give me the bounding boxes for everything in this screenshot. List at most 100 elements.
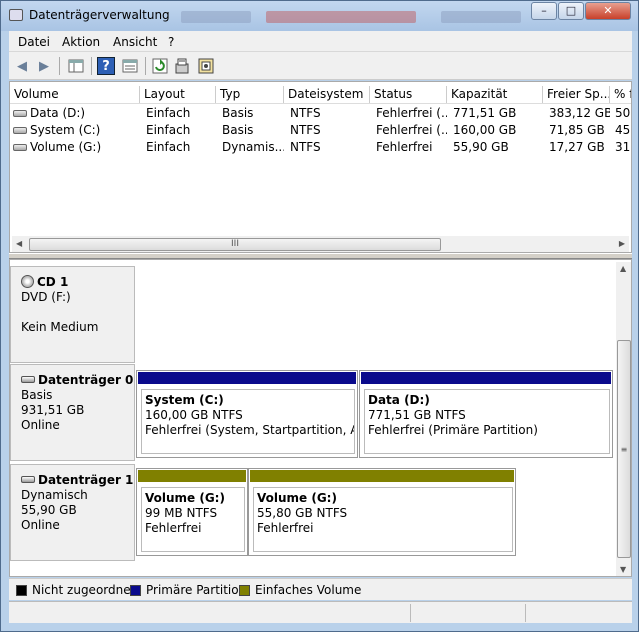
disk-spacer <box>21 305 134 320</box>
capacity-cell: 160,00 GB <box>453 123 517 137</box>
maximize-button[interactable]: □ <box>558 2 584 20</box>
help-icon[interactable]: ? <box>97 57 115 75</box>
partition-name: Data (D:) <box>368 393 430 407</box>
partition-status: Fehlerfrei (Primäre Partition) <box>368 423 538 437</box>
partition-color-bar <box>361 372 611 384</box>
partition-volume-g-2[interactable]: Volume (G:) 55,80 GB NTFS Fehlerfrei <box>248 468 516 556</box>
col-header-status[interactable]: Status <box>370 86 447 103</box>
legend-label: Einfaches Volume <box>255 583 362 597</box>
col-header-typ[interactable]: Typ <box>216 86 284 103</box>
properties-view-icon[interactable] <box>121 57 139 75</box>
volume-name: System (C:) <box>30 123 101 137</box>
menu-help[interactable]: ? <box>168 35 174 49</box>
disk-type: DVD (F:) <box>21 290 71 304</box>
cd-drive-icon <box>21 275 34 288</box>
percent-free-cell: 50 <box>615 106 631 120</box>
partition-status: Fehlerfrei <box>257 521 314 535</box>
partition-size: 160,00 GB NTFS <box>145 408 243 422</box>
drive-icon <box>13 144 27 151</box>
disk-status: Online <box>21 418 60 432</box>
free-space-cell: 17,27 GB <box>549 140 605 154</box>
legend-label: Nicht zugeordnet <box>32 583 136 597</box>
free-space-cell: 383,12 GB <box>549 106 610 120</box>
col-header-dateisystem[interactable]: Dateisystem <box>284 86 370 103</box>
disk-name: Datenträger 1 <box>38 473 134 487</box>
header-divider <box>10 103 631 104</box>
hard-disk-icon <box>21 376 35 383</box>
scroll-thumb[interactable]: ≡ <box>617 340 631 558</box>
disk-type: Basis <box>21 388 53 402</box>
partition-size: 771,51 GB NTFS <box>368 408 466 422</box>
status-separator <box>525 604 526 622</box>
menu-bar: Datei Aktion Ansicht ? <box>9 31 632 52</box>
scroll-down-icon[interactable]: ▼ <box>620 565 626 574</box>
status-separator <box>410 604 411 622</box>
col-header-freier-speicher[interactable]: Freier Sp... <box>543 86 610 103</box>
partition-name: System (C:) <box>145 393 224 407</box>
disk-label-1[interactable]: Datenträger 1 Dynamisch 55,90 GB Online <box>10 464 135 561</box>
taskbar-ghost <box>266 11 416 23</box>
horizontal-scrollbar[interactable]: ◀ III ▶ <box>12 236 629 252</box>
partition-system-c[interactable]: System (C:) 160,00 GB NTFS Fehlerfrei (S… <box>136 370 358 458</box>
partition-size: 55,80 GB NTFS <box>257 506 348 520</box>
layout-cell: Einfach <box>146 140 191 154</box>
status-cell: Fehlerfrei <box>376 140 433 154</box>
refresh-icon[interactable] <box>151 57 169 75</box>
drive-icon <box>13 110 27 117</box>
percent-free-cell: 31 <box>615 140 631 154</box>
disk-name: CD 1 <box>37 275 69 289</box>
vertical-scrollbar[interactable]: ▲ ≡ ▼ <box>616 262 631 576</box>
col-header-percent-free[interactable]: % f <box>610 86 631 103</box>
menu-datei[interactable]: Datei <box>18 35 50 49</box>
scroll-up-icon[interactable]: ▲ <box>620 264 626 273</box>
close-button[interactable]: ✕ <box>585 2 631 20</box>
partition-data-d[interactable]: Data (D:) 771,51 GB NTFS Fehlerfrei (Pri… <box>359 370 613 458</box>
rescan-disks-icon[interactable] <box>173 57 191 75</box>
title-bar[interactable]: Datenträgerverwaltung – □ ✕ <box>1 1 638 31</box>
col-header-layout[interactable]: Layout <box>140 86 216 103</box>
capacity-cell: 771,51 GB <box>453 106 517 120</box>
disk-properties-icon[interactable] <box>197 57 215 75</box>
capacity-cell: 55,90 GB <box>453 140 509 154</box>
menu-aktion[interactable]: Aktion <box>62 35 100 49</box>
disk-label-cd1[interactable]: CD 1 DVD (F:) Kein Medium <box>10 266 135 363</box>
legend-swatch <box>239 584 250 596</box>
scroll-left-icon[interactable]: ◀ <box>16 239 22 248</box>
window-title: Datenträgerverwaltung <box>29 8 170 22</box>
layout-cell: Einfach <box>146 106 191 120</box>
scroll-right-icon[interactable]: ▶ <box>619 239 625 248</box>
disk-type: Dynamisch <box>21 488 88 502</box>
status-cell: Fehlerfrei (... <box>376 106 447 120</box>
back-arrow-icon[interactable]: ◀ <box>13 57 31 75</box>
disk-label-0[interactable]: Datenträger 0 Basis 931,51 GB Online <box>10 364 135 461</box>
percent-free-cell: 45 <box>615 123 631 137</box>
disk-name: Datenträger 0 <box>38 373 134 387</box>
volume-name: Data (D:) <box>30 106 86 120</box>
legend-swatch <box>130 584 141 596</box>
forward-arrow-icon[interactable]: ▶ <box>35 57 53 75</box>
console-tree-icon[interactable] <box>67 57 85 75</box>
status-cell: Fehlerfrei (... <box>376 123 447 137</box>
partition-name: Volume (G:) <box>145 491 225 505</box>
toolbar: ◀ ▶ ? <box>9 52 632 80</box>
disk-graphical-view: CD 1 DVD (F:) Kein Medium Datenträger 0 … <box>9 259 632 577</box>
partition-name: Volume (G:) <box>257 491 337 505</box>
legend-item: Einfaches Volume <box>239 583 361 597</box>
volume-name: Volume (G:) <box>30 140 102 154</box>
disk-management-icon <box>9 9 23 21</box>
toolbar-separator <box>145 57 146 75</box>
scroll-thumb[interactable]: III <box>29 238 441 251</box>
free-space-cell: 71,85 GB <box>549 123 605 137</box>
partition-color-bar <box>138 372 356 384</box>
legend-bar: Nicht zugeordnet Primäre Partition Einfa… <box>9 578 632 600</box>
minimize-button[interactable]: – <box>531 2 557 20</box>
disk-size: 931,51 GB <box>21 403 85 417</box>
filesystem-cell: NTFS <box>290 140 321 154</box>
legend-label: Primäre Partition <box>146 583 247 597</box>
toolbar-separator <box>91 57 92 75</box>
col-header-volume[interactable]: Volume <box>10 86 140 103</box>
partition-volume-g-1[interactable]: Volume (G:) 99 MB NTFS Fehlerfrei <box>136 468 248 556</box>
col-header-kapazitaet[interactable]: Kapazität <box>447 86 543 103</box>
menu-ansicht[interactable]: Ansicht <box>113 35 157 49</box>
status-bar <box>9 601 632 623</box>
